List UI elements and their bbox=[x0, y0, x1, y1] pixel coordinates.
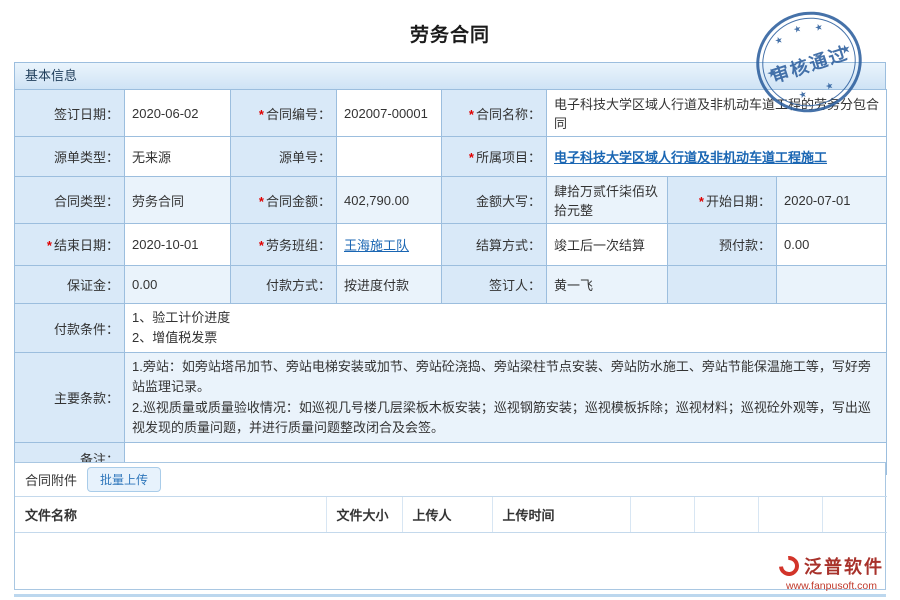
label-text: 合同编号： bbox=[266, 107, 331, 122]
field-label-contract-type: 合同类型： bbox=[15, 177, 125, 224]
form-row: 保证金： 0.00 付款方式： 按进度付款 签订人： 黄一飞 bbox=[15, 266, 887, 304]
label-text: 所属项目： bbox=[476, 150, 541, 165]
field-label-amount-in-words: 金额大写： bbox=[442, 177, 547, 224]
label-text: 主要条款： bbox=[54, 391, 119, 406]
field-label-contract-amount: *合同金额： bbox=[231, 177, 337, 224]
form-row: 付款条件： 1、验工计价进度 2、增值税发票 bbox=[15, 304, 887, 353]
required-icon: * bbox=[259, 194, 264, 209]
empty-column-header bbox=[694, 497, 758, 533]
attachments-header: 合同附件 批量上传 bbox=[15, 463, 885, 496]
empty-column-header bbox=[758, 497, 822, 533]
field-value-start-date: 2020-07-01 bbox=[777, 177, 887, 224]
field-label-contract-no: *合同编号： bbox=[231, 90, 337, 137]
field-label-payment-terms: 付款条件： bbox=[15, 304, 125, 353]
column-header-file-size: 文件大小 bbox=[326, 497, 402, 533]
field-label-end-date: *结束日期： bbox=[15, 224, 125, 266]
field-label-source-no: 源单号： bbox=[231, 137, 337, 177]
label-text: 源单类型： bbox=[54, 150, 119, 165]
form-row: 签订日期： 2020-06-02 *合同编号： 202007-00001 *合同… bbox=[15, 90, 887, 137]
field-value-empty bbox=[777, 266, 887, 304]
field-label-sign-date: 签订日期： bbox=[15, 90, 125, 137]
required-icon: * bbox=[469, 107, 474, 122]
label-text: 合同类型： bbox=[54, 194, 119, 209]
labor-team-link[interactable]: 王海施工队 bbox=[344, 238, 409, 253]
field-label-deposit: 保证金： bbox=[15, 266, 125, 304]
field-label-project: *所属项目： bbox=[442, 137, 547, 177]
label-text: 金额大写： bbox=[476, 194, 541, 209]
attachments-header-row: 文件名称 文件大小 上传人 上传时间 bbox=[15, 497, 887, 533]
field-value-settlement-method: 竣工后一次结算 bbox=[547, 224, 668, 266]
required-icon: * bbox=[699, 194, 704, 209]
label-text: 保证金： bbox=[67, 278, 119, 293]
label-text: 付款方式： bbox=[266, 278, 331, 293]
basic-info-table: 签订日期： 2020-06-02 *合同编号： 202007-00001 *合同… bbox=[14, 89, 887, 475]
field-value-contract-no: 202007-00001 bbox=[337, 90, 442, 137]
fanpu-logo: 泛普软件 www.fanpusoft.com bbox=[779, 553, 884, 592]
field-label-start-date: *开始日期： bbox=[668, 177, 777, 224]
basic-info-section: 基本信息 签订日期： 2020-06-02 *合同编号： 202007-0000… bbox=[14, 62, 886, 475]
empty-column-header bbox=[630, 497, 694, 533]
field-label-labor-team: *劳务班组： bbox=[231, 224, 337, 266]
required-icon: * bbox=[47, 238, 52, 253]
field-value-contract-amount: 402,790.00 bbox=[337, 177, 442, 224]
column-header-file-name: 文件名称 bbox=[15, 497, 326, 533]
field-value-main-terms: 1.旁站：如旁站塔吊加节、旁站电梯安装或加节、旁站砼浇捣、旁站梁柱节点安装、旁站… bbox=[125, 353, 887, 443]
label-text: 开始日期： bbox=[706, 194, 771, 209]
logo-site: www.fanpusoft.com bbox=[779, 580, 884, 592]
attachments-section: 合同附件 批量上传 文件名称 文件大小 上传人 上传时间 bbox=[14, 462, 886, 590]
field-value-project: 电子科技大学区域人行道及非机动车道工程施工 bbox=[547, 137, 887, 177]
form-row: *结束日期： 2020-10-01 *劳务班组： 王海施工队 结算方式： 竣工后… bbox=[15, 224, 887, 266]
field-label-signer: 签订人： bbox=[442, 266, 547, 304]
logo-text: 泛普软件 bbox=[804, 553, 884, 579]
label-text: 结算方式： bbox=[476, 238, 541, 253]
field-value-source-no bbox=[337, 137, 442, 177]
field-value-labor-team: 王海施工队 bbox=[337, 224, 442, 266]
field-label-main-terms: 主要条款： bbox=[15, 353, 125, 443]
required-icon: * bbox=[469, 150, 474, 165]
field-value-payment-method: 按进度付款 bbox=[337, 266, 442, 304]
attachments-title: 合同附件 bbox=[25, 470, 77, 489]
required-icon: * bbox=[259, 238, 264, 253]
label-text: 结束日期： bbox=[54, 238, 119, 253]
label-text: 源单号： bbox=[279, 150, 331, 165]
label-text: 合同名称： bbox=[476, 107, 541, 122]
attachments-table: 文件名称 文件大小 上传人 上传时间 bbox=[15, 496, 887, 533]
form-row: 主要条款： 1.旁站：如旁站塔吊加节、旁站电梯安装或加节、旁站砼浇捣、旁站梁柱节… bbox=[15, 353, 887, 443]
form-row: 合同类型： 劳务合同 *合同金额： 402,790.00 金额大写： 肆拾万贰仟… bbox=[15, 177, 887, 224]
empty-column-header bbox=[822, 497, 887, 533]
field-value-contract-type: 劳务合同 bbox=[125, 177, 231, 224]
field-value-source-type: 无来源 bbox=[125, 137, 231, 177]
column-header-uploader: 上传人 bbox=[402, 497, 492, 533]
required-icon: * bbox=[259, 107, 264, 122]
field-label-settlement-method: 结算方式： bbox=[442, 224, 547, 266]
label-text: 签订人： bbox=[489, 278, 541, 293]
field-value-sign-date: 2020-06-02 bbox=[125, 90, 231, 137]
field-label-empty bbox=[668, 266, 777, 304]
field-value-signer: 黄一飞 bbox=[547, 266, 668, 304]
field-label-contract-name: *合同名称： bbox=[442, 90, 547, 137]
field-value-payment-terms: 1、验工计价进度 2、增值税发票 bbox=[125, 304, 887, 353]
project-link[interactable]: 电子科技大学区域人行道及非机动车道工程施工 bbox=[554, 150, 827, 165]
field-value-advance-payment: 0.00 bbox=[777, 224, 887, 266]
form-row: 源单类型： 无来源 源单号： *所属项目： 电子科技大学区域人行道及非机动车道工… bbox=[15, 137, 887, 177]
batch-upload-button[interactable]: 批量上传 bbox=[87, 467, 161, 492]
field-label-source-type: 源单类型： bbox=[15, 137, 125, 177]
column-header-upload-time: 上传时间 bbox=[492, 497, 630, 533]
label-text: 签订日期： bbox=[54, 107, 119, 122]
field-label-payment-method: 付款方式： bbox=[231, 266, 337, 304]
field-value-deposit: 0.00 bbox=[125, 266, 231, 304]
field-value-end-date: 2020-10-01 bbox=[125, 224, 231, 266]
label-text: 劳务班组： bbox=[266, 238, 331, 253]
bottom-divider bbox=[14, 594, 886, 597]
logo-icon bbox=[775, 552, 803, 580]
label-text: 付款条件： bbox=[54, 322, 119, 337]
field-label-advance-payment: 预付款： bbox=[668, 224, 777, 266]
label-text: 预付款： bbox=[719, 238, 771, 253]
attachments-empty-body bbox=[15, 533, 885, 591]
field-value-amount-in-words: 肆拾万贰仟柒佰玖拾元整 bbox=[547, 177, 668, 224]
label-text: 合同金额： bbox=[266, 194, 331, 209]
